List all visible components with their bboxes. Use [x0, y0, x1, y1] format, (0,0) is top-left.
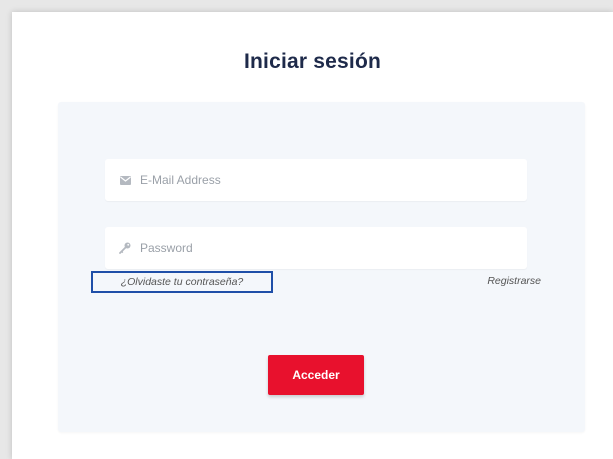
forgot-password-link[interactable]: ¿Olvidaste tu contraseña? — [91, 271, 273, 293]
register-link[interactable]: Registrarse — [487, 275, 541, 287]
login-button[interactable]: Acceder — [268, 355, 364, 395]
password-input[interactable] — [140, 241, 520, 255]
email-field[interactable] — [105, 159, 527, 201]
email-input[interactable] — [140, 173, 520, 187]
envelope-icon — [118, 173, 132, 187]
password-field[interactable] — [105, 227, 527, 269]
login-form: ¿Olvidaste tu contraseña? Registrarse Ac… — [58, 102, 585, 432]
key-icon — [118, 241, 132, 255]
login-card: Iniciar sesión ¿Olvidaste — [12, 12, 613, 459]
page-title: Iniciar sesión — [243, 50, 382, 73]
